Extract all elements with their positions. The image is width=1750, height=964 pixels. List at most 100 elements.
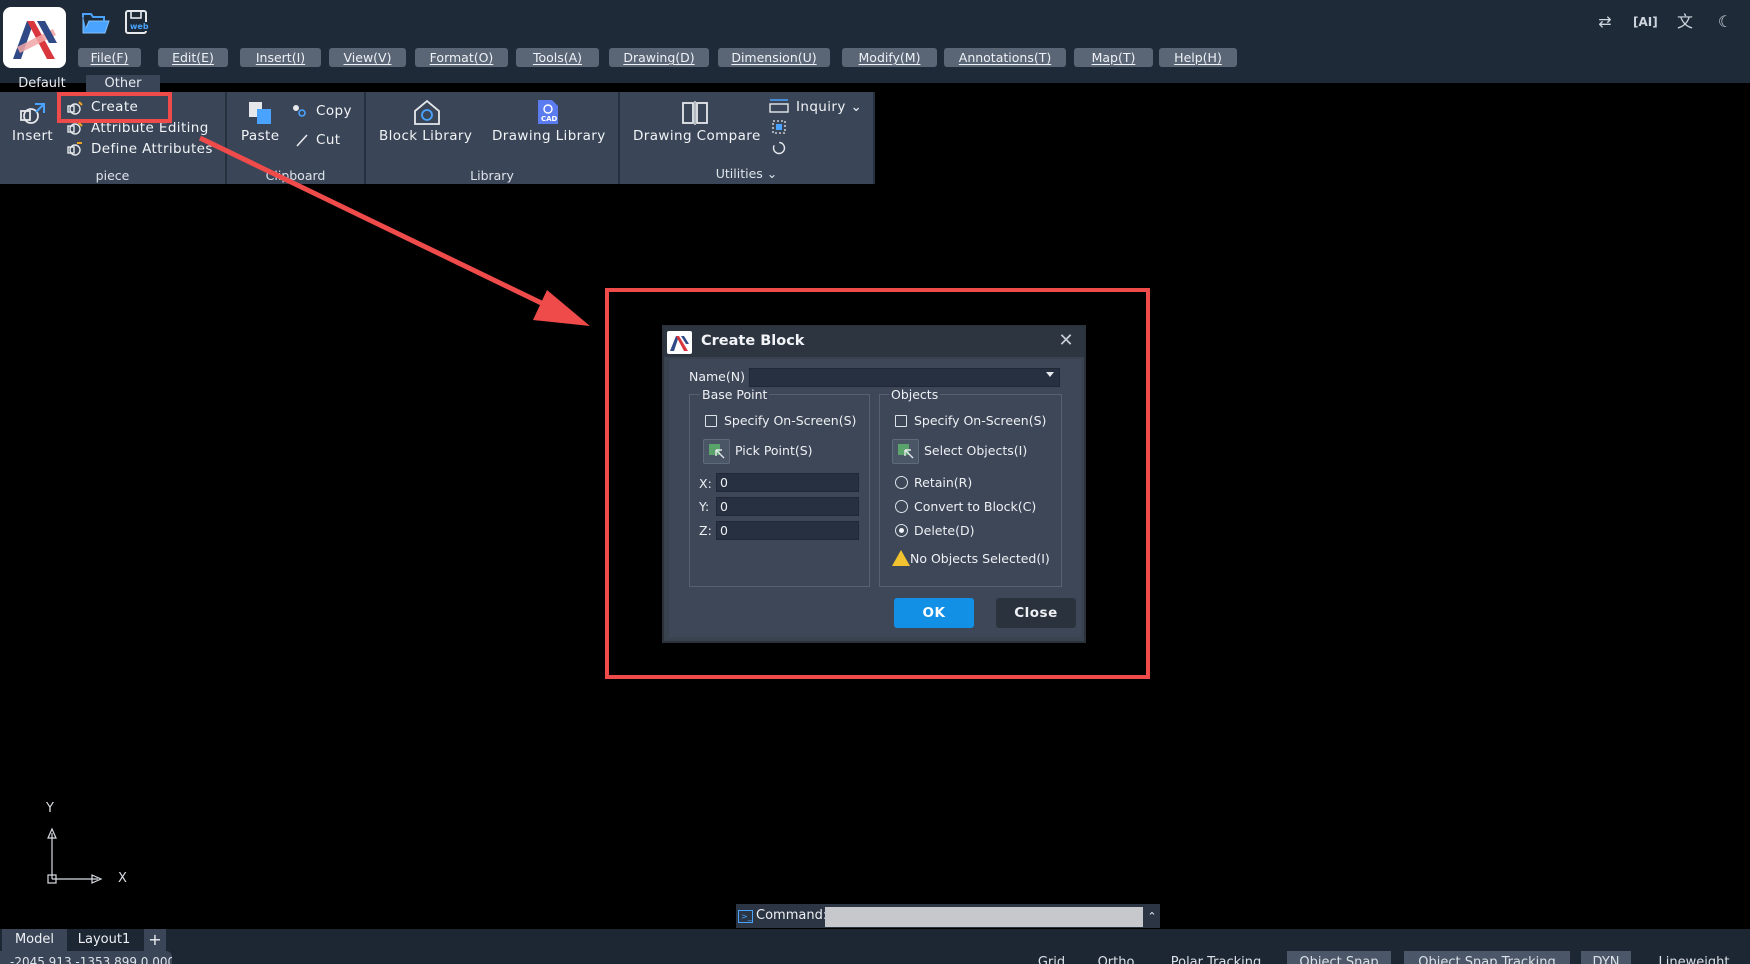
chevron-down-icon <box>1046 372 1054 377</box>
menu-view[interactable]: View(V) <box>329 48 406 67</box>
paste-icon[interactable] <box>246 100 274 126</box>
menu-annotations[interactable]: Annotations(T) <box>944 48 1066 67</box>
save-web-icon[interactable]: web <box>122 8 154 38</box>
panel-title-piece: piece <box>95 168 130 183</box>
convert-label[interactable]: Convert to Block(C) <box>914 499 1036 514</box>
status-object-snap-tracking[interactable]: Object Snap Tracking <box>1404 951 1570 964</box>
drawing-compare-icon[interactable] <box>681 101 709 125</box>
select-area-icon[interactable] <box>771 119 787 135</box>
insert-block-icon[interactable] <box>17 100 47 126</box>
base-point-title: Base Point <box>700 387 770 402</box>
pick-cursor-icon <box>709 444 725 459</box>
close-button[interactable]: Close <box>996 598 1076 628</box>
measure-icon <box>768 97 790 115</box>
menu-drawing[interactable]: Drawing(D) <box>609 48 709 67</box>
define-attributes-button[interactable]: Define Attributes <box>91 141 213 157</box>
pick-point-button[interactable] <box>703 439 730 464</box>
select-objects-button[interactable] <box>892 439 919 464</box>
objects-specify-checkbox[interactable] <box>895 415 907 427</box>
ai-assistant-icon[interactable]: [AI] <box>1633 10 1658 34</box>
tab-model[interactable]: Model <box>2 929 67 951</box>
menu-help[interactable]: Help(H) <box>1159 48 1237 67</box>
command-input[interactable] <box>825 907 1143 927</box>
x-label: X: <box>699 476 712 491</box>
command-history-chevron-icon[interactable]: ⌃ <box>1145 907 1159 927</box>
layout-tab-bar: Model Layout1 + <box>0 929 1750 951</box>
name-combobox[interactable] <box>749 368 1060 387</box>
open-folder-icon[interactable] <box>80 8 112 38</box>
base-specify-checkbox[interactable] <box>705 415 717 427</box>
switch-arrows-icon[interactable]: ⇄ <box>1593 10 1617 34</box>
select-cursor-icon <box>898 444 914 459</box>
status-dyn[interactable]: DYN <box>1581 951 1631 964</box>
retain-label[interactable]: Retain(R) <box>914 475 972 490</box>
block-library-icon[interactable] <box>412 98 442 126</box>
save-web-badge: web <box>129 22 150 31</box>
menu-format[interactable]: Format(O) <box>415 48 508 67</box>
status-object-snap[interactable]: Object Snap <box>1287 951 1391 964</box>
insert-button[interactable]: Insert <box>12 128 53 144</box>
refresh-icon[interactable] <box>771 140 787 156</box>
status-polar-tracking[interactable]: Polar Tracking <box>1160 951 1272 964</box>
tab-default[interactable]: Default <box>5 75 79 93</box>
ucs-y-label: Y <box>46 801 54 816</box>
status-ortho[interactable]: Ortho <box>1090 951 1142 964</box>
highlight-create-box <box>57 92 172 123</box>
retain-radio[interactable] <box>895 476 908 489</box>
objects-specify-label[interactable]: Specify On-Screen(S) <box>914 413 1046 428</box>
dialog-close-icon[interactable]: ✕ <box>1056 331 1076 351</box>
y-label: Y: <box>699 499 710 514</box>
command-label: Command: <box>756 908 828 923</box>
add-layout-button[interactable]: + <box>144 929 166 951</box>
terminal-icon: >_ <box>738 910 753 923</box>
cut-button[interactable]: Cut <box>316 132 340 148</box>
tab-other[interactable]: Other <box>86 75 160 93</box>
dialog-title-bar[interactable]: Create Block ✕ <box>664 327 1084 357</box>
define-attributes-icon <box>66 141 84 157</box>
drawing-compare-button[interactable]: Drawing Compare <box>633 128 761 144</box>
ok-button[interactable]: OK <box>894 598 974 628</box>
select-objects-label[interactable]: Select Objects(I) <box>924 443 1027 458</box>
delete-label[interactable]: Delete(D) <box>914 523 974 538</box>
copy-button[interactable]: Copy <box>316 103 352 119</box>
menu-dimension[interactable]: Dimension(U) <box>718 48 830 67</box>
menu-map[interactable]: Map(T) <box>1074 48 1153 67</box>
tab-layout1[interactable]: Layout1 <box>70 929 138 951</box>
menu-edit[interactable]: Edit(E) <box>158 48 228 67</box>
convert-radio[interactable] <box>895 500 908 513</box>
delete-radio[interactable] <box>895 524 908 537</box>
base-specify-label[interactable]: Specify On-Screen(S) <box>724 413 856 428</box>
dark-mode-moon-icon[interactable]: ☾ <box>1713 10 1737 34</box>
menu-tools[interactable]: Tools(A) <box>516 48 599 67</box>
status-grid[interactable]: Grid <box>1029 951 1074 964</box>
objects-title: Objects <box>889 387 941 402</box>
dialog-body: Name(N) Base Point Specify On-Screen(S) … <box>669 359 1081 637</box>
paste-button[interactable]: Paste <box>241 128 279 144</box>
x-input[interactable]: 0 <box>716 473 859 492</box>
menu-insert[interactable]: Insert(I) <box>240 48 321 67</box>
name-label: Name(N) <box>689 369 745 384</box>
drawing-library-icon[interactable]: CAD <box>536 98 560 126</box>
panel-title-library: Library <box>470 168 514 183</box>
command-bar: >_ Command: ⌃ <box>736 904 1160 928</box>
inquiry-dropdown[interactable]: Inquiry ⌄ <box>796 99 862 115</box>
menu-file[interactable]: File(F) <box>78 48 141 67</box>
ucs-x-label: X <box>118 871 127 886</box>
app-logo[interactable] <box>3 7 66 68</box>
block-library-button[interactable]: Block Library <box>379 128 472 144</box>
y-input[interactable]: 0 <box>716 497 859 516</box>
cut-icon <box>294 132 310 148</box>
panel-title-utilities[interactable]: Utilities ⌄ <box>620 166 873 182</box>
dialog-title: Create Block <box>701 333 805 349</box>
status-lineweight[interactable]: Lineweight <box>1644 951 1744 964</box>
z-input[interactable]: 0 <box>716 521 859 540</box>
warning-icon <box>891 549 911 567</box>
drawing-library-button[interactable]: Drawing Library <box>492 128 606 144</box>
menu-modify[interactable]: Modify(M) <box>842 48 937 67</box>
create-block-dialog: Create Block ✕ Name(N) Base Point Specif… <box>662 325 1086 643</box>
pick-point-label[interactable]: Pick Point(S) <box>735 443 813 458</box>
cursor-coordinates: -2045.913,-1353.899,0.000 <box>0 951 172 964</box>
translate-icon[interactable]: 文 <box>1673 10 1697 34</box>
copy-icon <box>291 103 309 119</box>
z-label: Z: <box>699 523 712 538</box>
